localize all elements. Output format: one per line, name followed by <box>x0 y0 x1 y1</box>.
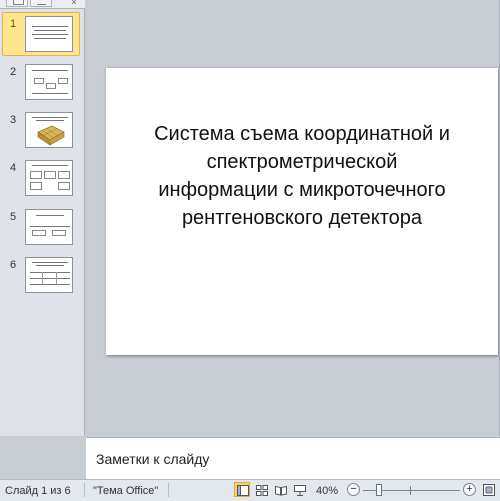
status-bar: Слайд 1 из 6 "Тема Office" 40% − + <box>0 479 500 501</box>
thumbnail-image <box>25 64 73 100</box>
outline-tab-icon <box>37 0 46 5</box>
thumbnail-slide-5[interactable]: 5 <box>0 205 85 249</box>
zoom-out-button[interactable]: − <box>347 483 360 496</box>
slide-sorter-icon <box>256 485 268 496</box>
slide-indicator: Слайд 1 из 6 <box>5 485 71 497</box>
reading-view-button[interactable] <box>272 482 288 497</box>
zoom-level[interactable]: 40% <box>316 485 338 497</box>
normal-view-icon <box>237 485 249 496</box>
reading-view-icon <box>275 485 287 496</box>
thumbnail-image <box>25 112 73 148</box>
fit-to-window-icon <box>483 484 495 496</box>
slide-show-icon <box>294 485 306 496</box>
zoom-slider-thumb[interactable] <box>376 484 383 496</box>
thumbnail-slide-1[interactable]: 1 <box>0 12 85 56</box>
status-separator <box>168 483 169 497</box>
status-separator <box>84 483 85 497</box>
thumbnail-number: 4 <box>10 162 17 174</box>
thumbnail-number: 2 <box>10 66 17 78</box>
thumbnail-image <box>25 160 73 196</box>
slides-tab-icon <box>13 0 24 5</box>
pane-tabs: × <box>0 0 85 9</box>
thumbnail-slide-4[interactable]: 4 <box>0 156 85 200</box>
zoom-in-button[interactable]: + <box>463 483 476 496</box>
thumbnail-number: 1 <box>10 18 17 30</box>
thumbnail-slide-6[interactable]: 6 <box>0 253 85 297</box>
slide-canvas[interactable]: Система съема координатной и спектрометр… <box>106 68 498 355</box>
thumbnail-slide-3[interactable]: 3 <box>0 108 85 152</box>
thumbnail-number: 3 <box>10 114 17 126</box>
normal-view-button[interactable] <box>234 482 250 497</box>
thumbnail-number: 6 <box>10 259 17 271</box>
slide-sorter-button[interactable] <box>253 482 269 497</box>
slide-show-button[interactable] <box>291 482 307 497</box>
slides-tab[interactable] <box>6 0 28 7</box>
slide-title[interactable]: Система съема координатной и спектрометр… <box>126 120 478 232</box>
slides-thumbnail-pane[interactable]: × 1 2 3 4 5 6 <box>0 0 85 436</box>
notes-pane[interactable]: Заметки к слайду <box>86 437 500 479</box>
theme-name[interactable]: "Тема Office" <box>93 485 158 497</box>
thumbnail-slide-2[interactable]: 2 <box>0 60 85 104</box>
notes-placeholder[interactable]: Заметки к слайду <box>96 451 209 467</box>
outline-tab[interactable] <box>30 0 52 7</box>
thumbnail-image <box>25 16 73 52</box>
thumbnail-image <box>25 209 73 245</box>
thumbnail-image <box>25 257 73 293</box>
fit-to-window-button[interactable] <box>482 483 496 497</box>
thumbnail-number: 5 <box>10 211 17 223</box>
close-pane-icon[interactable]: × <box>68 0 80 7</box>
zoom-slider-center-mark <box>410 486 411 495</box>
